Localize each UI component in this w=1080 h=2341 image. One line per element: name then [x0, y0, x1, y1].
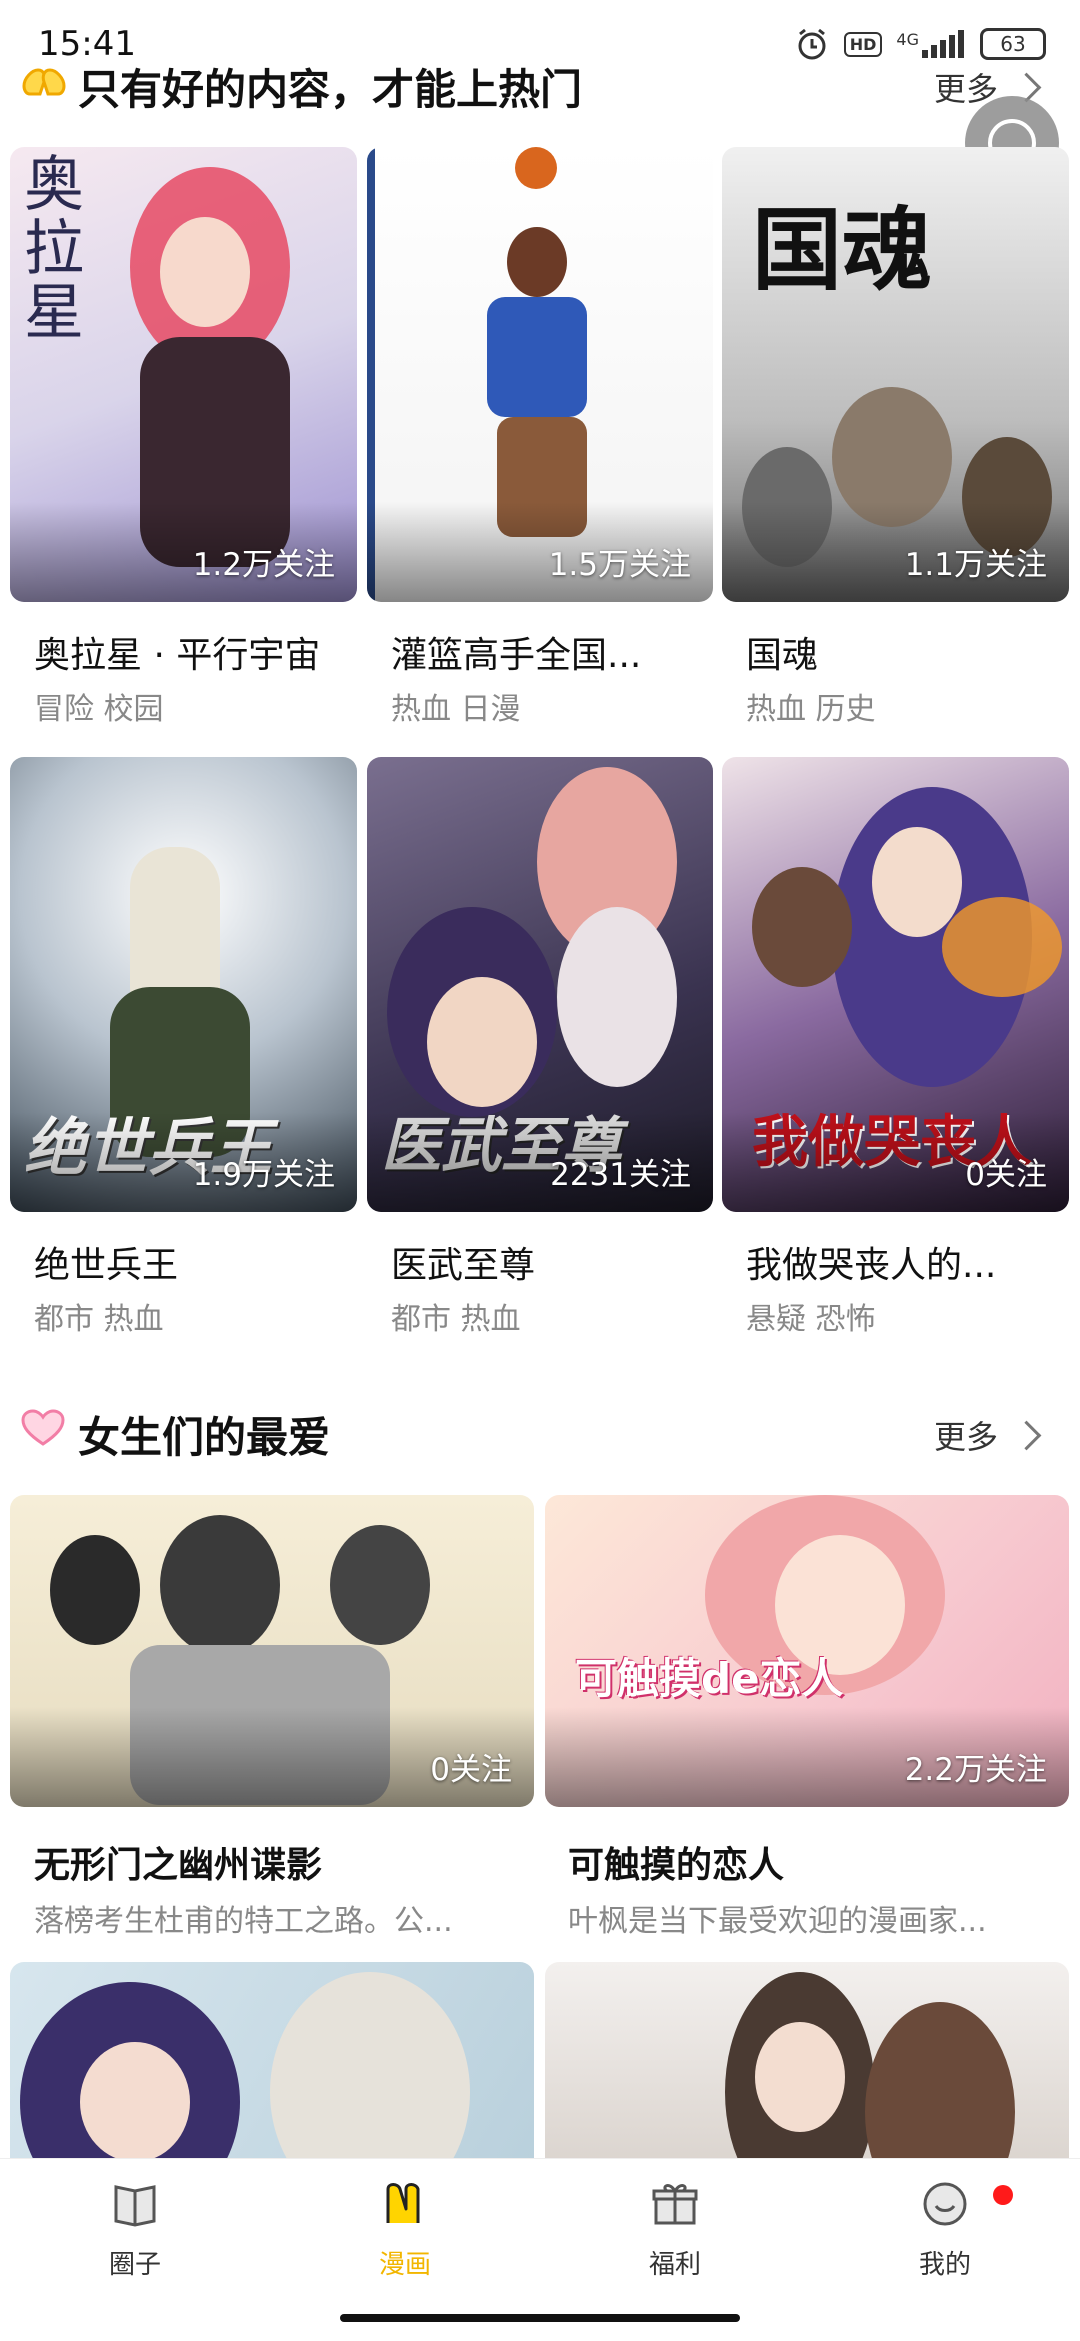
- status-icons: HD 4G 63: [794, 26, 1046, 62]
- section-title-girls: 女生们的最爱: [78, 1413, 331, 1462]
- nav-label: 漫画: [378, 2250, 431, 2280]
- network-indicator: 4G: [896, 30, 966, 58]
- gift-icon: [652, 2184, 698, 2225]
- follow-count: 0关注: [430, 1752, 512, 1788]
- cover-title-text: 奥拉星: [24, 150, 84, 348]
- comic-title[interactable]: 我做哭丧人的...: [746, 1236, 1066, 1288]
- cover-title-text: 国魂: [752, 197, 932, 303]
- nav-item-circle[interactable]: 圈子: [55, 2179, 215, 2281]
- signal-icon: [922, 30, 964, 58]
- comic-title[interactable]: 绝世兵王: [34, 1236, 354, 1288]
- follow-count: 2.2万关注: [904, 1752, 1047, 1788]
- network-type: 4G: [896, 30, 919, 49]
- more-button-girls[interactable]: 更多: [934, 1412, 1042, 1458]
- comic-cover[interactable]: 国魂 1.1万关注: [722, 147, 1069, 602]
- follow-count: 1.5万关注: [548, 547, 691, 583]
- comic-title[interactable]: 灌篮高手全国...: [391, 626, 711, 678]
- hd-icon: HD: [843, 31, 883, 57]
- comic-cover[interactable]: 医武至尊 2231关注: [367, 757, 713, 1212]
- comic-tags: 冒险 校园: [34, 692, 164, 727]
- battery-icon: 63: [980, 28, 1046, 60]
- follow-count: 2231关注: [550, 1157, 691, 1193]
- nav-item-manga[interactable]: 漫画: [325, 2179, 485, 2281]
- nav-label: 福利: [648, 2250, 701, 2280]
- comic-title[interactable]: 无形门之幽州谍影: [34, 1836, 524, 1888]
- comic-cover[interactable]: 我做哭丧人 0关注: [722, 757, 1069, 1212]
- comic-description: 落榜考生杜甫的特工之路。公...: [34, 1904, 453, 1939]
- home-indicator[interactable]: [340, 2314, 740, 2322]
- nav-label: 我的: [918, 2250, 971, 2280]
- follow-count: 1.2万关注: [192, 547, 335, 583]
- comic-title[interactable]: 奥拉星 · 平行宇宙: [34, 626, 354, 678]
- section-title-hot: 只有好的内容，才能上热门: [78, 65, 583, 114]
- follow-count: 1.1万关注: [904, 547, 1047, 583]
- notification-badge: [993, 2185, 1013, 2205]
- heart-icon: [21, 1409, 65, 1446]
- comic-tags: 都市 热血: [34, 1302, 164, 1337]
- alarm-icon: [798, 28, 826, 60]
- comic-title[interactable]: 国魂: [746, 626, 1066, 678]
- manga-icon: [386, 2183, 420, 2223]
- comic-cover[interactable]: 绝世兵王 1.9万关注: [10, 757, 357, 1212]
- comic-tags: 热血 日漫: [391, 692, 521, 727]
- comic-description: 叶枫是当下最受欢迎的漫画家...: [568, 1904, 987, 1939]
- cover-title-text: 可触摸de恋人: [575, 1654, 844, 1703]
- nav-item-mine[interactable]: 我的: [865, 2179, 1025, 2281]
- thumbs-icon: [22, 68, 66, 96]
- comic-tags: 都市 热血: [391, 1302, 521, 1337]
- comic-title[interactable]: 医武至尊: [391, 1236, 711, 1288]
- comic-cover[interactable]: [545, 1962, 1069, 2182]
- follow-count: 0关注: [965, 1157, 1047, 1193]
- comic-cover[interactable]: 1.5万关注: [367, 147, 713, 602]
- more-label: 更多: [934, 1418, 999, 1456]
- chevron-right-icon: [1011, 1420, 1042, 1450]
- comic-title[interactable]: 可触摸的恋人: [568, 1836, 1058, 1888]
- smile-icon: [923, 2182, 967, 2226]
- comic-cover[interactable]: 0关注: [10, 1495, 534, 1807]
- nav-label: 圈子: [108, 2250, 161, 2280]
- comic-tags: 热血 历史: [746, 692, 876, 727]
- comic-cover[interactable]: 奥拉星 1.2万关注: [10, 147, 357, 602]
- follow-count: 1.9万关注: [192, 1157, 335, 1193]
- book-icon: [114, 2185, 156, 2227]
- nav-item-welfare[interactable]: 福利: [595, 2179, 755, 2281]
- comic-tags: 悬疑 恐怖: [746, 1302, 876, 1337]
- comic-cover[interactable]: 可触摸de恋人 2.2万关注: [545, 1495, 1069, 1807]
- comic-cover[interactable]: [10, 1962, 534, 2182]
